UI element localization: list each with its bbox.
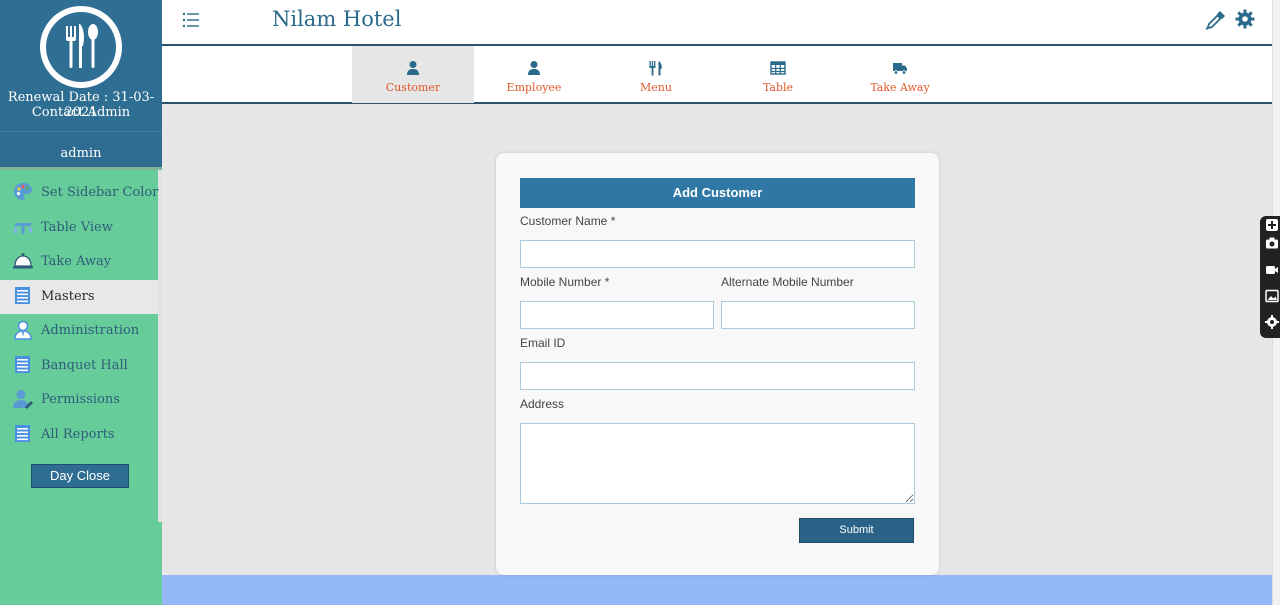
mobile-number-label: Mobile Number *	[520, 275, 610, 289]
truck-icon	[893, 63, 907, 75]
day-close-button[interactable]: Day Close	[31, 464, 129, 488]
tab-label: Take Away	[870, 81, 930, 94]
table-view-icon	[14, 223, 32, 234]
sidebar-item-administration[interactable]: Administration	[0, 314, 158, 348]
sidebar-item-label: Permissions	[41, 392, 120, 407]
sidebar-item-banquet-hall[interactable]: Banquet Hall	[0, 349, 158, 383]
add-customer-form: Add Customer Customer Name * Mobile Numb…	[496, 153, 939, 575]
sidebar-item-all-reports[interactable]: All Reports	[0, 418, 158, 452]
tab-customer[interactable]: Customer	[352, 46, 474, 103]
customer-name-label: Customer Name *	[520, 214, 616, 228]
color-picker-icon[interactable]	[1205, 9, 1227, 31]
table-icon	[770, 61, 786, 75]
footer-bar	[162, 575, 1272, 605]
app-title: Nilam Hotel	[272, 7, 402, 31]
user-edit-icon	[13, 390, 33, 409]
email-input[interactable]	[520, 362, 915, 390]
form-title: Add Customer	[520, 178, 915, 208]
address-textarea[interactable]	[520, 423, 915, 504]
contact-admin-link[interactable]: Contact Admin	[0, 105, 162, 120]
list-icon	[15, 287, 30, 304]
camera-icon[interactable]	[1265, 236, 1279, 250]
sidebar-item-masters[interactable]: Masters	[0, 280, 158, 314]
email-label: Email ID	[520, 336, 566, 350]
address-label: Address	[520, 397, 565, 411]
tab-employee[interactable]: Employee	[473, 46, 595, 103]
tab-label: Customer	[385, 81, 441, 94]
sidebar-header: Renewal Date : 31-03-2021 Contact Admin …	[0, 0, 162, 167]
sidebar-item-label: Table View	[41, 220, 113, 235]
tab-label: Table	[762, 81, 794, 94]
sidebar-item-take-away[interactable]: Take Away	[0, 245, 158, 279]
settings-gear-icon[interactable]	[1265, 315, 1279, 329]
sidebar-item-label: Banquet Hall	[41, 358, 128, 373]
sidebar-item-set-sidebar-color[interactable]: Set Sidebar Color	[0, 176, 158, 210]
image-icon[interactable]	[1265, 289, 1279, 303]
sidebar-item-label: Administration	[41, 323, 140, 338]
list-icon	[15, 356, 30, 373]
sidebar-item-table-view[interactable]: Table View	[0, 211, 158, 245]
sidebar-item-label: Masters	[41, 289, 95, 304]
sidebar-item-label: All Reports	[41, 427, 115, 442]
sidebar-scrollbar[interactable]	[158, 170, 162, 522]
sidebar: Renewal Date : 31-03-2021 Contact Admin …	[0, 0, 162, 605]
alternate-mobile-label: Alternate Mobile Number	[721, 275, 854, 289]
tab-label: Employee	[506, 81, 562, 94]
utensils-icon	[649, 61, 662, 76]
hotel-logo-icon	[40, 6, 122, 88]
masters-tabs: Customer Employee Menu Table Take Away	[162, 46, 1272, 104]
floating-capture-toolbar	[1260, 216, 1280, 338]
tab-table[interactable]: Table	[717, 46, 839, 103]
admin-user-icon	[14, 320, 32, 340]
tab-label: Menu	[640, 81, 672, 94]
user-icon	[528, 61, 540, 75]
settings-gear-icon[interactable]	[1235, 9, 1255, 29]
tab-menu[interactable]: Menu	[595, 46, 717, 103]
video-icon[interactable]	[1265, 263, 1279, 277]
sidebar-item-label: Set Sidebar Color	[41, 185, 159, 200]
list-icon	[15, 425, 30, 442]
bell-icon	[13, 253, 33, 269]
submit-button[interactable]: Submit	[799, 518, 914, 543]
tab-take-away[interactable]: Take Away	[839, 46, 961, 103]
expand-icon[interactable]	[1265, 218, 1279, 232]
palette-icon	[14, 183, 32, 200]
user-icon	[407, 61, 419, 75]
mobile-number-input[interactable]	[520, 301, 714, 329]
customer-name-input[interactable]	[520, 240, 915, 268]
sidebar-divider	[0, 131, 162, 132]
sidebar-item-permissions[interactable]: Permissions	[0, 383, 158, 417]
sidebar-item-label: Take Away	[41, 254, 112, 269]
hamburger-menu-icon[interactable]	[182, 11, 200, 29]
alternate-mobile-input[interactable]	[721, 301, 915, 329]
top-header: Nilam Hotel	[162, 0, 1272, 46]
user-name[interactable]: admin	[0, 146, 162, 161]
